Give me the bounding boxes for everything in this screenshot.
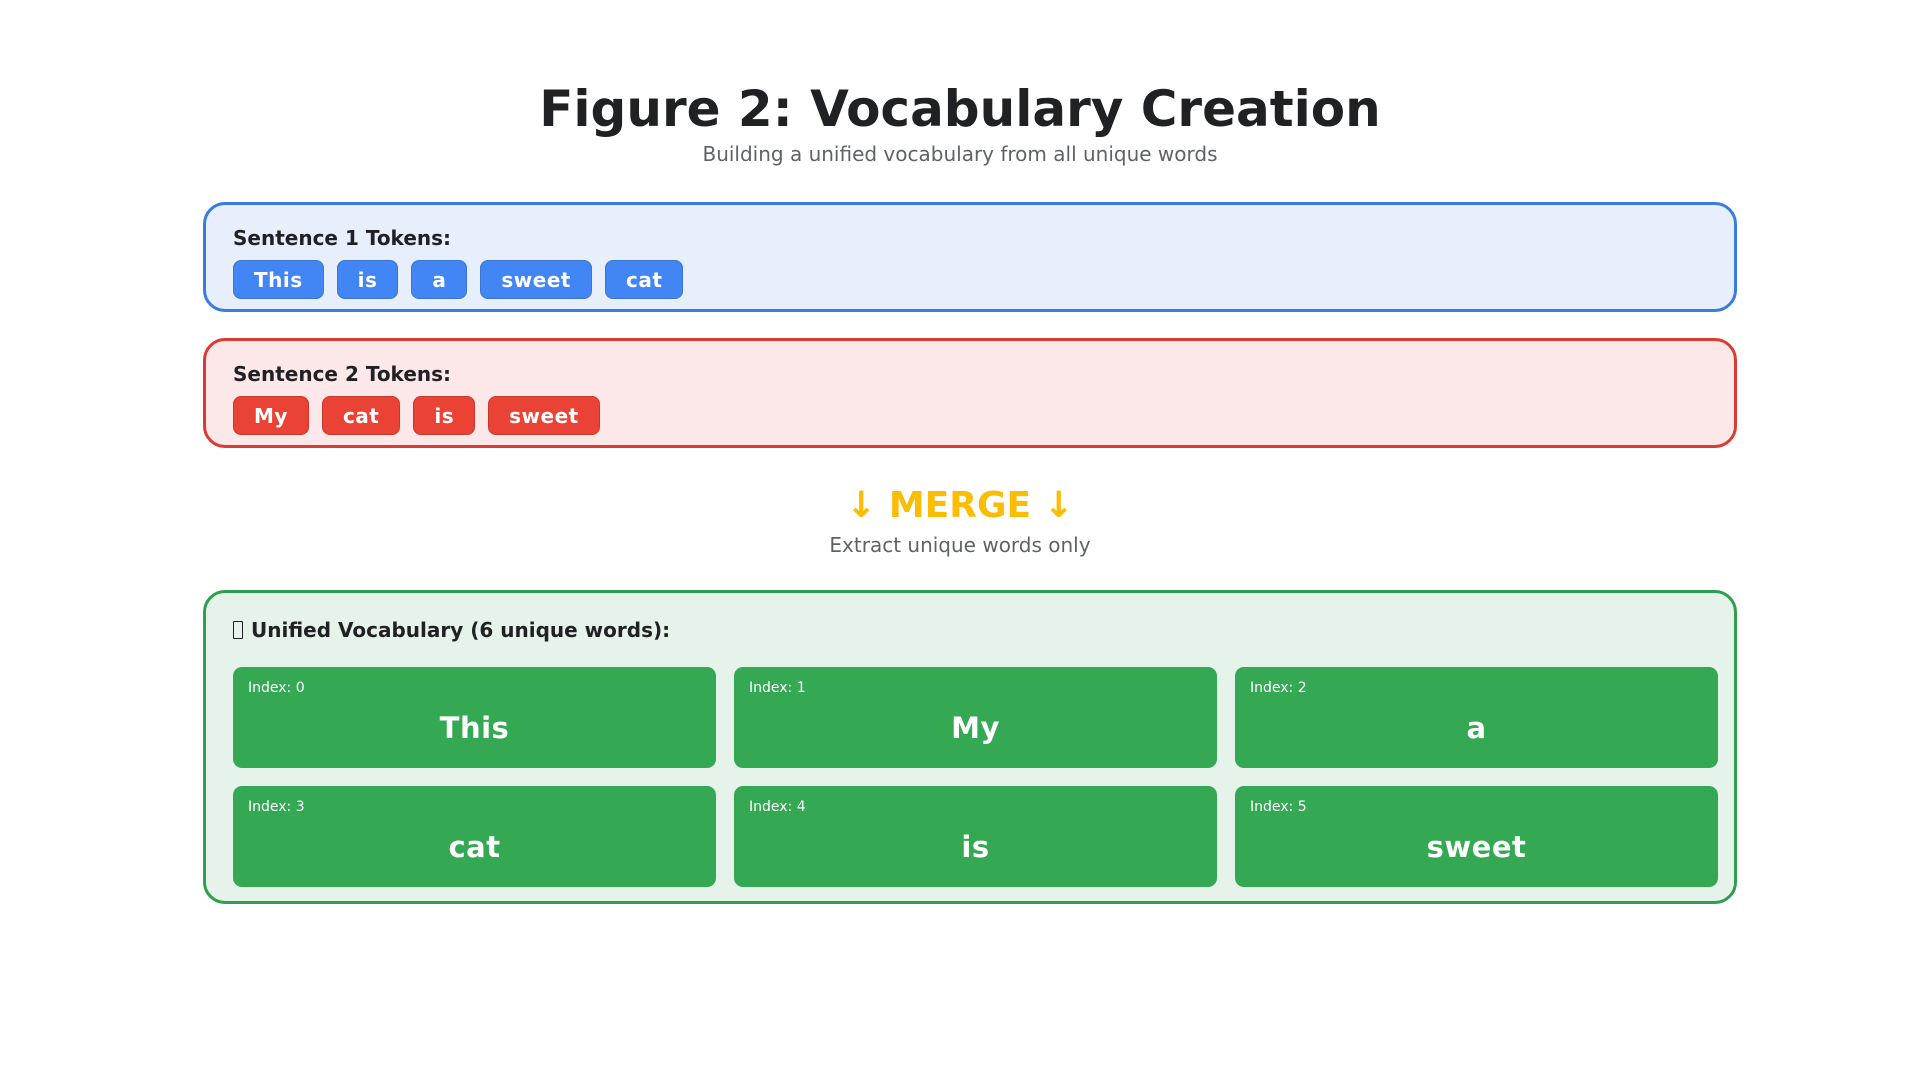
vocabulary-card: Index: 5 sweet [1235,786,1718,887]
vocabulary-index: Index: 2 [1250,680,1307,696]
vocabulary-word: My [951,711,1000,745]
sentence-2-token: cat [321,396,401,435]
vocabulary-index: Index: 1 [749,680,806,696]
vocabulary-word: sweet [1426,830,1527,864]
figure-subtitle: Building a unified vocabulary from all u… [702,142,1218,166]
vocabulary-label: Unified Vocabulary (6 unique words): [251,618,671,642]
vocabulary-index: Index: 0 [248,680,305,696]
sentence-1-panel: Sentence 1 Tokens: This is a sweet cat [203,202,1737,312]
sentence-2-token-row: My cat is sweet [233,396,600,435]
vocabulary-card: Index: 4 is [734,786,1217,887]
sentence-1-token: sweet [480,260,592,299]
sentence-1-token: cat [604,260,684,299]
sentence-1-label: Sentence 1 Tokens: [233,226,452,250]
vocabulary-word: is [961,830,990,864]
vocabulary-word: cat [448,830,501,864]
vocabulary-card: Index: 2 a [1235,667,1718,768]
book-icon [233,621,243,639]
vocabulary-word: a [1466,711,1487,745]
sentence-2-token: is [413,396,476,435]
vocabulary-header: Unified Vocabulary (6 unique words): [233,617,670,643]
vocabulary-word: This [439,711,510,745]
sentence-1-token: This [233,260,324,299]
sentence-1-token-row: This is a sweet cat [233,260,684,299]
vocabulary-card: Index: 3 cat [233,786,716,887]
sentence-1-token: a [411,260,468,299]
figure-title: Figure 2: Vocabulary Creation [539,80,1381,138]
sentence-1-token: is [336,260,399,299]
sentence-2-token: My [233,396,309,435]
vocabulary-panel: Unified Vocabulary (6 unique words): Ind… [203,590,1737,904]
vocabulary-index: Index: 5 [1250,799,1307,815]
vocabulary-card: Index: 1 My [734,667,1217,768]
sentence-2-panel: Sentence 2 Tokens: My cat is sweet [203,338,1737,448]
merge-heading: ↓ MERGE ↓ [846,485,1074,526]
vocabulary-card: Index: 0 This [233,667,716,768]
vocabulary-index: Index: 4 [749,799,806,815]
sentence-2-token: sweet [488,396,600,435]
merge-caption: Extract unique words only [829,533,1091,557]
sentence-2-label: Sentence 2 Tokens: [233,362,452,386]
vocabulary-grid: Index: 0 This Index: 1 My Index: 2 a Ind… [233,667,1718,887]
figure-page: Figure 2: Vocabulary Creation Building a… [0,0,1920,1080]
vocabulary-index: Index: 3 [248,799,305,815]
